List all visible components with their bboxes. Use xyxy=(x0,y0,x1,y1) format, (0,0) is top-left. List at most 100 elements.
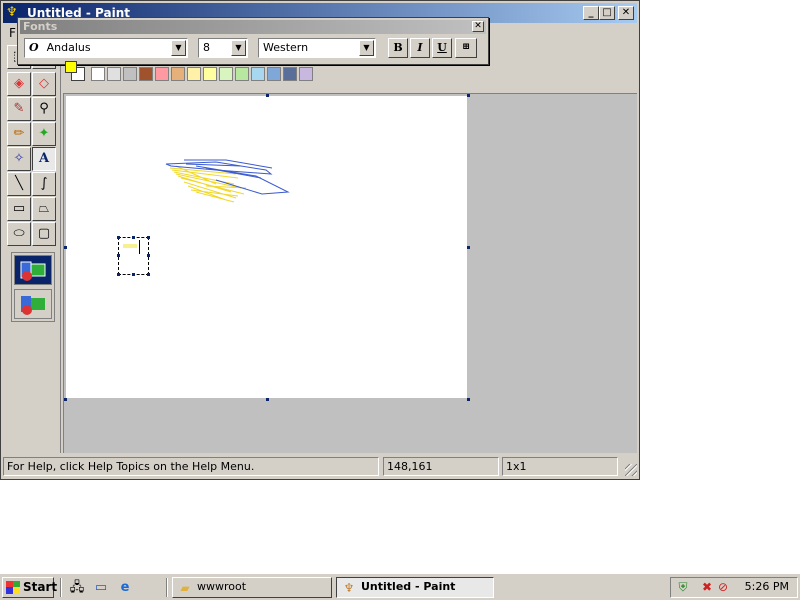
color-swatch[interactable] xyxy=(267,67,281,81)
rounded-rectangle-tool[interactable]: ▢ xyxy=(32,222,56,246)
selection-handle[interactable] xyxy=(132,273,135,276)
opaque-shapes-icon xyxy=(20,261,46,281)
fonts-toolbar-title-bar[interactable]: Fonts ✕ xyxy=(20,20,486,34)
resize-grip[interactable] xyxy=(625,464,637,476)
magnifier-tool[interactable]: ⚲ xyxy=(32,97,56,121)
network-disconnected-icon[interactable]: ✖ xyxy=(699,579,715,595)
color-swatch[interactable] xyxy=(203,67,217,81)
color-swatch[interactable] xyxy=(251,67,265,81)
text-tool[interactable]: A xyxy=(32,147,56,171)
security-shield-icon[interactable]: ⛨ xyxy=(675,579,691,595)
font-name-select[interactable]: O Andalus ▼ xyxy=(24,38,188,58)
pick-color-tool[interactable]: ✎ xyxy=(7,97,31,121)
color-swatch[interactable] xyxy=(155,67,169,81)
fonts-toolbar-title: Fonts xyxy=(23,20,58,33)
airbrush-icon: ✧ xyxy=(13,151,25,166)
canvas-resize-handle[interactable] xyxy=(467,398,470,401)
eraser-tool[interactable]: ◈ xyxy=(7,72,31,96)
canvas-resize-handle[interactable] xyxy=(266,94,269,97)
pencil-tool[interactable]: ✏ xyxy=(7,122,31,146)
color-swatch[interactable] xyxy=(139,67,153,81)
close-button[interactable]: ✕ xyxy=(618,6,634,20)
canvas-resize-handle[interactable] xyxy=(64,398,67,401)
color-swatch[interactable] xyxy=(107,67,121,81)
drawing-canvas[interactable] xyxy=(66,96,467,398)
start-button[interactable]: Start xyxy=(2,577,58,598)
line-tool[interactable]: ╲ xyxy=(7,172,31,196)
menu-file[interactable]: F xyxy=(9,26,16,40)
toolbox: ⬚ ⬚ ◈ ◇ ✎ ⚲ ✏ ✦ ✧ A ╲ ∫ ▭ ⏢ ⬭ ▢ xyxy=(3,45,61,453)
tool-options xyxy=(11,252,55,322)
selection-handle[interactable] xyxy=(147,254,150,257)
vertical-text-button[interactable]: ⊞ xyxy=(455,38,477,58)
network-icon[interactable]: 🖧 xyxy=(68,579,86,597)
color-swatch[interactable] xyxy=(91,67,105,81)
color-swatch[interactable] xyxy=(219,67,233,81)
font-size-select[interactable]: 8 ▼ xyxy=(198,38,248,58)
color-swatch[interactable] xyxy=(235,67,249,81)
selection-handle[interactable] xyxy=(132,236,135,239)
selection-handle[interactable] xyxy=(147,273,150,276)
rounded-rectangle-icon: ▢ xyxy=(37,226,51,241)
color-swatch[interactable] xyxy=(123,67,137,81)
selection-handle[interactable] xyxy=(117,236,120,239)
internet-explorer-icon[interactable]: e xyxy=(116,579,134,597)
taskbar-item-wwwroot[interactable]: ▰ wwwroot xyxy=(172,577,332,598)
chevron-down-icon[interactable]: ▼ xyxy=(231,40,246,56)
airbrush-tool[interactable]: ✧ xyxy=(7,147,31,171)
brush-tool[interactable]: ✦ xyxy=(32,122,56,146)
canvas-resize-handle[interactable] xyxy=(467,94,470,97)
italic-button[interactable]: I xyxy=(410,38,430,58)
show-desktop-icon[interactable]: ▭ xyxy=(92,579,110,597)
fill-tool[interactable]: ◇ xyxy=(32,72,56,96)
fonts-toolbar-close-button[interactable]: ✕ xyxy=(472,21,484,32)
status-selection-size: 1x1 xyxy=(502,457,618,476)
chevron-down-icon[interactable]: ▼ xyxy=(359,40,374,56)
opentype-font-icon: O xyxy=(29,41,39,54)
selection-handle[interactable] xyxy=(147,236,150,239)
underline-button[interactable]: U xyxy=(432,38,452,58)
selection-handle[interactable] xyxy=(117,273,120,276)
canvas-resize-handle[interactable] xyxy=(467,246,470,249)
taskbar-item-label: wwwroot xyxy=(197,580,247,593)
paint-icon: ♆ xyxy=(343,581,355,595)
start-label: Start xyxy=(23,580,58,594)
volume-muted-icon[interactable]: ⊘ xyxy=(715,579,731,595)
ellipse-icon: ⬭ xyxy=(13,226,25,241)
canvas-resize-handle[interactable] xyxy=(64,246,67,249)
color-swatch[interactable] xyxy=(171,67,185,81)
status-bar: For Help, click Help Topics on the Help … xyxy=(3,456,639,478)
magnifier-icon: ⚲ xyxy=(39,101,49,116)
rectangle-tool[interactable]: ▭ xyxy=(7,197,31,221)
transparent-background-option[interactable] xyxy=(14,289,52,319)
opaque-background-option[interactable] xyxy=(14,255,52,285)
chevron-down-icon[interactable]: ▼ xyxy=(171,40,186,56)
polygon-tool[interactable]: ⏢ xyxy=(32,197,56,221)
color-swatch[interactable] xyxy=(283,67,297,81)
text-selection-box[interactable] xyxy=(117,236,150,276)
maximize-button[interactable]: □ xyxy=(599,6,615,20)
taskbar-divider xyxy=(166,578,168,597)
line-icon: ╲ xyxy=(15,176,23,191)
text-caret xyxy=(139,240,140,254)
foreground-color-swatch xyxy=(65,61,77,73)
canvas-resize-handle[interactable] xyxy=(266,398,269,401)
clock[interactable]: 5:26 PM xyxy=(745,580,789,593)
rectangle-icon: ▭ xyxy=(12,201,26,216)
font-script-select[interactable]: Western ▼ xyxy=(258,38,376,58)
windows-flag-icon xyxy=(6,581,20,594)
minimize-button[interactable]: _ xyxy=(583,6,599,20)
bold-button[interactable]: B xyxy=(388,38,408,58)
taskbar-item-paint[interactable]: ♆ Untitled - Paint xyxy=(336,577,494,598)
text-tool-icon: A xyxy=(38,151,50,166)
color-swatch[interactable] xyxy=(187,67,201,81)
brush-icon: ✦ xyxy=(38,126,50,141)
selection-handle[interactable] xyxy=(117,254,120,257)
folder-icon: ▰ xyxy=(180,581,190,595)
curve-tool[interactable]: ∫ xyxy=(32,172,56,196)
color-swatch[interactable] xyxy=(299,67,313,81)
taskbar-item-label: Untitled - Paint xyxy=(361,580,456,593)
font-name-value: Andalus xyxy=(46,41,91,54)
font-script-value: Western xyxy=(263,41,309,54)
ellipse-tool[interactable]: ⬭ xyxy=(7,222,31,246)
